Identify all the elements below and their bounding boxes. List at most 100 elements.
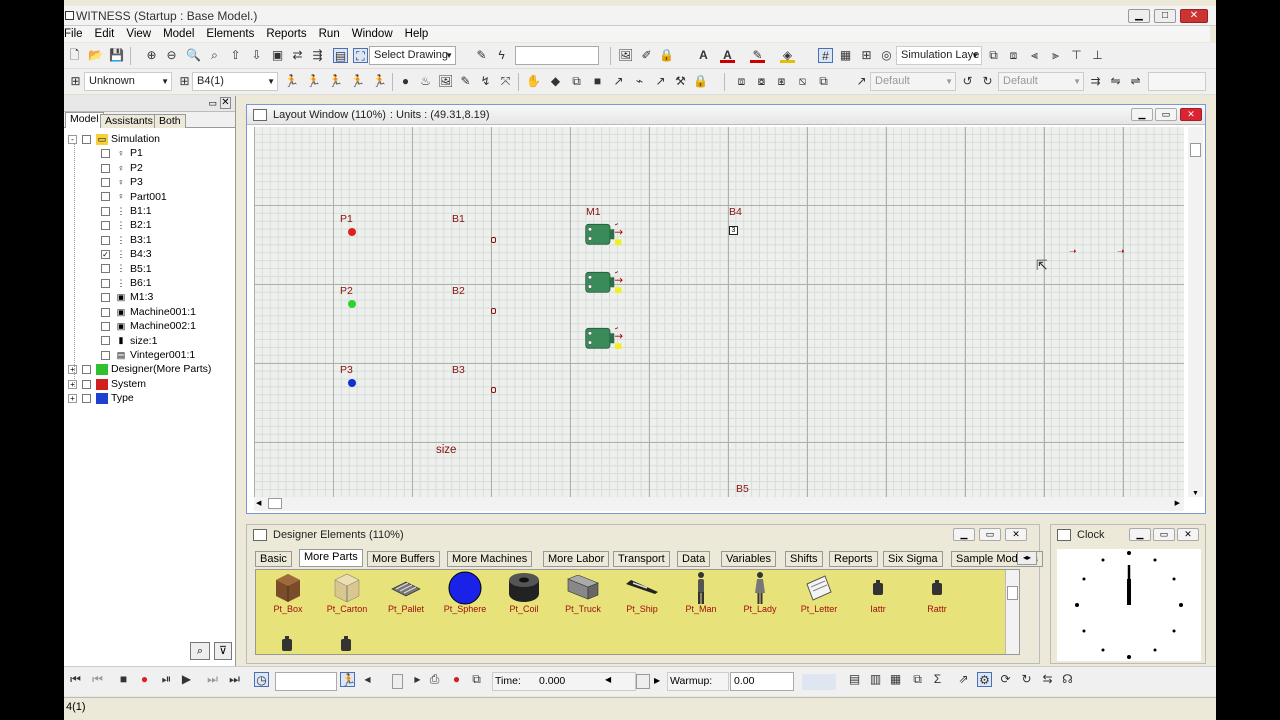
zoom-fit-icon[interactable]: ⌕ (207, 48, 222, 63)
stop-icon[interactable]: ■ (116, 672, 131, 687)
warmup-input[interactable]: 0.00 (730, 672, 794, 691)
tree-item[interactable]: ▣ Machine001:1 (101, 305, 196, 319)
designer-tab[interactable]: More Labor (543, 551, 610, 567)
designer-tab[interactable]: Six Sigma (883, 551, 943, 567)
align-right-icon[interactable]: ⫸ (1048, 48, 1063, 63)
rewind-icon[interactable]: ⏮ (68, 672, 83, 687)
find-icon[interactable]: ⌕ (190, 642, 210, 660)
zoom-in-icon[interactable]: ⊕ (144, 48, 159, 63)
buffer-b4[interactable]: 3 (729, 226, 738, 235)
report2-icon[interactable]: ▥ (868, 672, 883, 687)
clock-minimize-button[interactable]: ▁ (1129, 528, 1151, 541)
designer-tab[interactable]: Shifts (785, 551, 823, 567)
scroll-down-icon[interactable]: ▼ (1192, 490, 1199, 497)
palette-item[interactable]: Pt_Pallet (378, 572, 434, 614)
tab-model[interactable]: Model (65, 112, 104, 128)
palette-item[interactable]: Pt_Coil (496, 572, 552, 614)
close-icon[interactable]: ✕ (220, 97, 231, 109)
zoom-icon[interactable]: 🔍 (186, 48, 201, 63)
toolbar-text-input[interactable] (515, 46, 599, 65)
box-back-icon[interactable]: ⧇ (754, 74, 769, 89)
align-left-icon[interactable]: ⫷ (1027, 48, 1042, 63)
pencil-icon[interactable]: ✎ (474, 48, 489, 63)
edit-icon[interactable]: ✐ (639, 48, 654, 63)
open-icon[interactable]: 📂 (88, 48, 103, 63)
pointer-icon[interactable]: ↗ (854, 74, 869, 89)
designer-tab[interactable]: More Machines (447, 551, 533, 567)
tree-checkbox[interactable] (101, 177, 110, 187)
tree-item[interactable]: ⋮ B2:1 (101, 218, 152, 232)
tree-checkbox[interactable] (82, 393, 91, 403)
time-slider-thumb[interactable] (636, 674, 650, 689)
path-icon[interactable]: ↯ (478, 74, 493, 89)
palette-item[interactable]: Pt_Ship (614, 572, 670, 614)
box-front-icon[interactable]: ⧈ (734, 74, 749, 89)
tree-checkbox[interactable] (101, 264, 110, 274)
tree-checkbox[interactable] (82, 379, 91, 389)
step-back-icon[interactable]: ⏮ (90, 672, 105, 687)
connect-icon[interactable]: ⌁ (632, 74, 647, 89)
page-icon[interactable]: ▤ (333, 48, 348, 63)
bucket-icon[interactable]: ♨ (418, 74, 433, 89)
slider-left-icon[interactable]: ◀ (360, 672, 375, 687)
lock-icon[interactable]: 🔒 (693, 74, 708, 89)
machine-m1-1[interactable] (585, 220, 625, 250)
undo-icon[interactable]: ↺ (960, 74, 975, 89)
tree-item[interactable]: ⋮ B6:1 (101, 276, 152, 290)
align-icon[interactable]: ⇉ (1088, 74, 1103, 89)
select-drawing-icon[interactable]: ⛶ (353, 48, 368, 63)
filter-icon[interactable]: ⊽ (214, 642, 232, 660)
refresh-icon[interactable]: ↻ (1019, 672, 1034, 687)
route-edit-icon[interactable]: ⤧ (498, 74, 513, 89)
palette-item[interactable]: Pt_Truck (555, 572, 611, 614)
export-icon[interactable]: ⇗ (956, 672, 971, 687)
layer-combo[interactable]: Simulation Laye ▼ (896, 46, 982, 65)
runner-icon[interactable]: 🏃 (284, 74, 299, 89)
tree-checkbox[interactable] (101, 278, 110, 288)
tree-item[interactable]: ▣ M1:3 (101, 290, 153, 304)
arrow-icon[interactable]: ↗ (611, 74, 626, 89)
menu-view[interactable]: View (126, 26, 157, 42)
designer-restore-button[interactable]: ▭ (979, 528, 1001, 541)
speed-slider-thumb[interactable] (392, 674, 403, 689)
scroll-right-icon[interactable]: ▶ (1175, 499, 1180, 507)
palette-item[interactable]: Pt_Letter (791, 572, 847, 614)
tree-checkbox[interactable] (101, 149, 110, 159)
scroll-thumb[interactable] (1190, 143, 1201, 157)
toolbar2-input[interactable] (1148, 72, 1206, 91)
default-combo-2[interactable]: Default ▼ (998, 72, 1084, 91)
fill-color-icon[interactable]: ◈ (780, 48, 795, 63)
palette-item[interactable]: Pt_Carton (319, 572, 375, 614)
tree-item[interactable]: ▣ Machine002:1 (101, 319, 196, 333)
designer-tab[interactable]: Reports (829, 551, 878, 567)
screen-icon[interactable]: ⧉ (469, 672, 484, 687)
designer-tab[interactable]: Basic (255, 551, 292, 567)
tree-checkbox[interactable]: ✓ (101, 249, 110, 259)
layout-vertical-scrollbar[interactable]: ▼ (1188, 127, 1203, 497)
route-icon[interactable]: ⇶ (310, 48, 325, 63)
box-down-icon[interactable]: ⧅ (795, 74, 810, 89)
link-icon[interactable]: ⇄ (290, 48, 305, 63)
part-p2[interactable] (348, 300, 356, 308)
menu-elements[interactable]: Elements (206, 26, 260, 42)
element-type-icon[interactable]: ⊞ (68, 74, 83, 89)
element-icon[interactable]: ⊞ (177, 74, 192, 89)
tree-checkbox[interactable] (101, 350, 110, 360)
minimize-button[interactable]: ▁ (1128, 9, 1150, 23)
font-color-icon[interactable]: A (720, 48, 735, 63)
tree-checkbox[interactable] (101, 307, 110, 317)
print-icon[interactable]: ⎙ (427, 672, 442, 687)
palette-item[interactable]: Pt_Lady (732, 572, 788, 614)
expand-icon[interactable]: + (68, 365, 77, 375)
globe-icon[interactable]: ☊ (1060, 672, 1075, 687)
lock-icon[interactable]: 🔒 (659, 48, 674, 63)
animate-icon[interactable]: ⟳ (998, 672, 1013, 687)
buffer-b2[interactable] (491, 308, 496, 314)
slider-right-icon[interactable]: ▶ (410, 672, 425, 687)
layer-icon[interactable]: ◎ (879, 48, 894, 63)
report-icon[interactable]: ▤ (847, 672, 862, 687)
clock-restore-button[interactable]: ▭ (1153, 528, 1175, 541)
palette-item[interactable]: Pt_Sphere (437, 571, 493, 614)
align-top-icon[interactable]: ⊤ (1069, 48, 1084, 63)
shape-icon[interactable]: ◆ (548, 74, 563, 89)
